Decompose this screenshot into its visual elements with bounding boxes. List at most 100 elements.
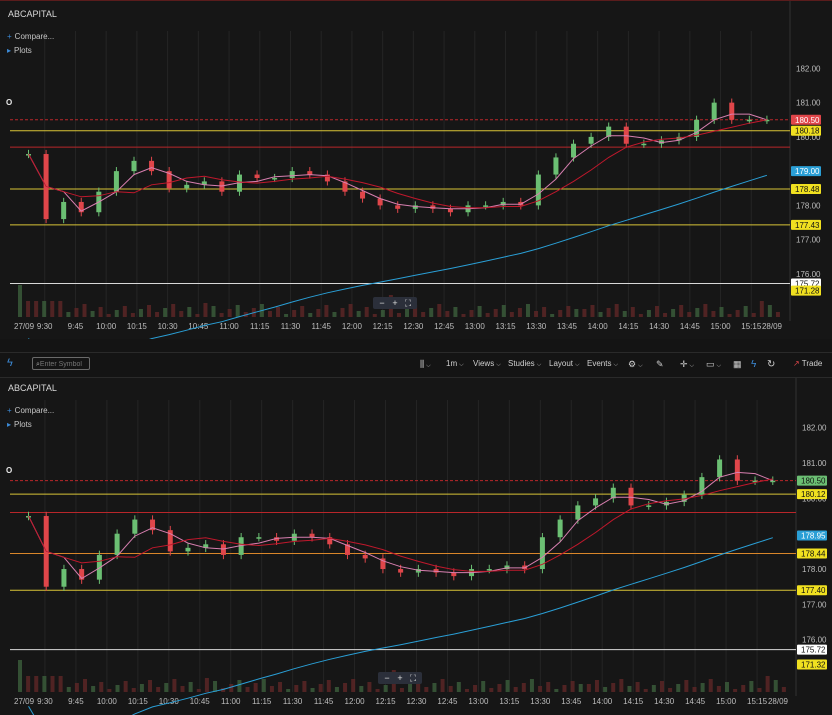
volume-bar bbox=[558, 310, 563, 317]
open-marker: O bbox=[6, 466, 13, 475]
volume-bar bbox=[278, 682, 283, 692]
x-tick-label: 10:15 bbox=[128, 697, 149, 706]
volume-bar bbox=[505, 680, 510, 692]
volume-bar bbox=[538, 686, 543, 692]
volume-bar bbox=[724, 682, 729, 692]
volume-bar bbox=[171, 304, 176, 317]
volume-bar bbox=[316, 309, 321, 317]
volume-bar bbox=[172, 679, 177, 692]
zoom-out-button[interactable]: − bbox=[381, 672, 394, 684]
gear-icon[interactable]: ⚙ ⌵ bbox=[628, 359, 643, 370]
studies-menu[interactable]: Studies ⌵ bbox=[508, 359, 541, 369]
zoom-in-button[interactable]: + bbox=[389, 297, 402, 309]
volume-bar bbox=[513, 687, 518, 692]
volume-bar bbox=[300, 306, 305, 317]
views-menu[interactable]: Views ⌵ bbox=[473, 359, 501, 369]
layout-menu[interactable]: Layout ⌵ bbox=[549, 359, 580, 369]
fit-icon[interactable]: ⛶ bbox=[402, 297, 415, 309]
x-tick-label: 15:15 bbox=[741, 322, 762, 331]
price-label: 171.28 bbox=[795, 287, 820, 296]
chart-pane-top[interactable]: 27/09 9:30 9:45 10:00 10:15 10:30 10:45 11:00 11… bbox=[0, 0, 832, 339]
x-tick-label: 27/09 bbox=[14, 697, 35, 706]
volume-bar bbox=[237, 680, 242, 692]
volume-bar bbox=[156, 687, 161, 692]
volume-bar bbox=[98, 307, 103, 317]
volume-bar bbox=[542, 307, 547, 317]
plots-link[interactable]: ▸ Plots bbox=[7, 420, 32, 429]
candlestick-chart-top[interactable]: 27/09 9:30 9:45 10:00 10:15 10:30 10:45 11:00 11… bbox=[0, 1, 832, 339]
candle-body bbox=[131, 160, 137, 172]
volume-bar bbox=[83, 679, 88, 692]
compare-link[interactable]: + Compare... bbox=[7, 406, 54, 415]
comment-icon[interactable]: ▭ ⌵ bbox=[706, 359, 721, 370]
x-tick-label: 9:30 bbox=[37, 322, 53, 331]
volume-bar bbox=[663, 313, 668, 317]
x-tick-label: 11:00 bbox=[219, 322, 239, 331]
zoom-out-button[interactable]: − bbox=[376, 297, 389, 309]
plots-link[interactable]: ▸ Plots bbox=[7, 46, 32, 55]
candles-icon[interactable]: ⫼ ⌵ bbox=[420, 359, 431, 370]
volume-bar bbox=[58, 301, 63, 317]
x-tick-label: 13:30 bbox=[530, 697, 551, 706]
lightning-icon[interactable]: ϟ bbox=[7, 357, 13, 369]
volume-bar bbox=[684, 680, 689, 692]
volume-bar bbox=[34, 301, 39, 317]
pencil-icon[interactable]: ✎ bbox=[656, 359, 664, 370]
calendar-icon[interactable]: ▦ bbox=[733, 359, 742, 370]
x-tick-label: 11:15 bbox=[252, 697, 272, 706]
price-label: 180.12 bbox=[801, 490, 826, 499]
candle-body bbox=[220, 544, 226, 555]
y-tick-label: 176.00 bbox=[802, 636, 827, 645]
trade-button[interactable]: ↗ Trade bbox=[793, 359, 822, 368]
volume-bar bbox=[42, 301, 47, 317]
volume-bar bbox=[26, 301, 31, 317]
x-tick-label: 14:15 bbox=[618, 322, 639, 331]
candlestick-chart-bottom[interactable]: 27/09 9:30 9:45 10:00 10:15 10:30 10:45 11:00 11… bbox=[0, 378, 832, 715]
open-marker: O bbox=[6, 98, 13, 107]
x-tick-label: 13:45 bbox=[557, 322, 578, 331]
zoom-controls-top[interactable]: − + ⛶ bbox=[373, 297, 417, 309]
symbol-search-input[interactable] bbox=[39, 361, 86, 368]
volume-bar bbox=[356, 311, 361, 317]
volume-bar bbox=[235, 305, 240, 317]
symbol-search[interactable]: ⌕ bbox=[32, 357, 90, 370]
volume-bar bbox=[437, 304, 442, 317]
moving-average-slow bbox=[28, 478, 773, 572]
volume-bar bbox=[405, 309, 410, 317]
x-tick-label: 10:00 bbox=[97, 697, 118, 706]
volume-bar bbox=[448, 686, 453, 692]
zoom-controls-bottom[interactable]: − + ⛶ bbox=[378, 672, 422, 684]
interval-dropdown[interactable]: 1m ⌵ bbox=[446, 359, 464, 369]
refresh-icon[interactable]: ↻ bbox=[767, 359, 775, 370]
volume-bar bbox=[651, 685, 656, 692]
crosshair-icon[interactable]: ✛ ⌵ bbox=[680, 359, 694, 370]
volume-bar bbox=[622, 311, 627, 317]
volume-bar bbox=[566, 306, 571, 317]
x-tick-label: 11:15 bbox=[250, 322, 270, 331]
x-tick-label: 12:15 bbox=[376, 697, 397, 706]
x-tick-label: 15:15 bbox=[747, 697, 768, 706]
candle-body bbox=[571, 143, 577, 158]
chart-pane-bottom[interactable]: 27/09 9:30 9:45 10:00 10:15 10:30 10:45 11:00 11… bbox=[0, 378, 832, 715]
fit-icon[interactable]: ⛶ bbox=[407, 672, 420, 684]
y-tick-label: 182.00 bbox=[796, 64, 821, 73]
volume-bar bbox=[261, 679, 266, 692]
moving-average-slow bbox=[28, 119, 767, 209]
price-label: 171.32 bbox=[801, 660, 826, 669]
candle-body bbox=[557, 519, 563, 538]
volume-bar bbox=[286, 689, 291, 692]
candle-body bbox=[132, 519, 138, 534]
events-menu[interactable]: Events ⌵ bbox=[587, 359, 618, 369]
flash-icon[interactable]: ϟ bbox=[751, 359, 756, 370]
volume-bar bbox=[123, 681, 128, 692]
volume-bar bbox=[525, 304, 530, 317]
candle-body bbox=[646, 505, 652, 507]
compare-link[interactable]: + Compare... bbox=[7, 32, 54, 41]
plus-icon: + bbox=[7, 406, 12, 415]
candle-body bbox=[734, 459, 740, 481]
volume-bar bbox=[473, 685, 478, 692]
moving-average-fast bbox=[28, 113, 768, 212]
volume-bar bbox=[50, 301, 55, 317]
volume-bar bbox=[106, 314, 111, 317]
zoom-in-button[interactable]: + bbox=[394, 672, 407, 684]
